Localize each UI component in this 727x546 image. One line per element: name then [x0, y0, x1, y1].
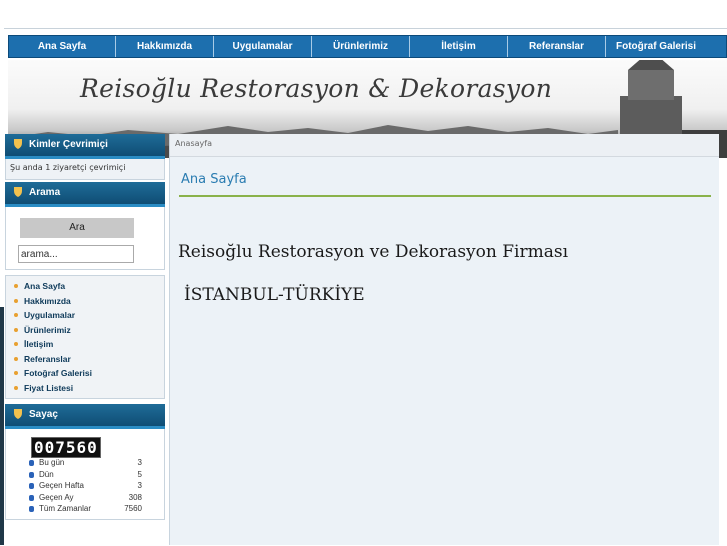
menu-item-home[interactable]: Ana Sayfa	[6, 281, 164, 296]
shield-icon	[14, 139, 22, 149]
shield-icon	[14, 409, 22, 419]
stat-label: Tüm Zamanlar	[39, 504, 92, 513]
stat-value: 3	[137, 481, 142, 490]
person-icon	[29, 494, 34, 501]
search-input[interactable]: arama...	[18, 245, 134, 263]
stat-row: Dün 5	[6, 470, 164, 482]
nav-item-gallery[interactable]: Fotoğraf Galerisi	[606, 36, 706, 57]
online-status-text: Şu anda 1 ziyaretçi çevrimiçi	[5, 159, 165, 180]
menu-item-products[interactable]: Ürünlerimiz	[6, 325, 164, 340]
search-box-body: Ara arama...	[5, 207, 165, 270]
shield-icon	[14, 187, 22, 197]
site-title: Reisoğlu Restorasyon & Dekorasyon	[80, 74, 553, 103]
top-nav: Ana Sayfa Hakkımızda Uygulamalar Ürünler…	[8, 35, 727, 58]
online-box: Kimler Çevrimiçi Şu anda 1 ziyaretçi çev…	[5, 134, 165, 180]
visitor-counter-display: 007560	[31, 437, 101, 458]
stat-label: Bu gün	[39, 458, 65, 467]
search-box: Arama Ara arama...	[5, 182, 165, 270]
left-sidebar: Kimler Çevrimiçi Şu anda 1 ziyaretçi çev…	[5, 134, 165, 520]
person-icon	[29, 460, 34, 466]
stat-value: 3	[137, 458, 142, 467]
nav-item-applications[interactable]: Uygulamalar	[214, 36, 312, 57]
nav-item-contact[interactable]: İletişim	[410, 36, 508, 57]
stat-row: Geçen Ay 308	[6, 493, 164, 505]
stat-label: Geçen Hafta	[39, 481, 84, 490]
nav-item-references[interactable]: Referanslar	[508, 36, 606, 57]
online-box-header: Kimler Çevrimiçi	[5, 134, 165, 159]
breadcrumb[interactable]: Anasayfa	[170, 134, 719, 157]
title-divider	[179, 195, 711, 197]
firm-heading: Reisoğlu Restorasyon ve Dekorasyon Firma…	[178, 242, 569, 262]
person-icon	[29, 506, 34, 512]
search-box-title: Arama	[29, 187, 61, 198]
nav-item-home[interactable]: Ana Sayfa	[9, 36, 116, 57]
search-box-header: Arama	[5, 182, 165, 207]
nav-item-about[interactable]: Hakkımızda	[116, 36, 214, 57]
stat-row: Tüm Zamanlar 7560	[6, 504, 164, 516]
city-heading: İSTANBUL-TÜRKİYE	[184, 285, 365, 305]
search-button[interactable]: Ara	[20, 218, 134, 238]
stat-row: Bu gün 3	[6, 458, 164, 470]
menu-item-price-list[interactable]: Fiyat Listesi	[6, 383, 164, 398]
stat-value: 7560	[124, 504, 142, 513]
counter-box-title: Sayaç	[29, 409, 58, 420]
person-icon	[29, 471, 34, 478]
stat-row: Geçen Hafta 3	[6, 481, 164, 493]
menu-item-references[interactable]: Referanslar	[6, 354, 164, 369]
menu-item-gallery[interactable]: Fotoğraf Galerisi	[6, 368, 164, 383]
menu-item-about[interactable]: Hakkımızda	[6, 296, 164, 311]
menu-item-applications[interactable]: Uygulamalar	[6, 310, 164, 325]
stat-label: Dün	[39, 469, 54, 479]
nav-item-products[interactable]: Ürünlerimiz	[312, 36, 410, 57]
stat-value: 308	[128, 492, 142, 502]
main-menu: Ana Sayfa Hakkımızda Uygulamalar Ürünler…	[5, 275, 165, 399]
menu-item-contact[interactable]: İletişim	[6, 339, 164, 354]
counter-box: Sayaç 007560 Bu gün 3 Dün 5 Geçen Hafta 3 G…	[5, 404, 165, 520]
stat-label: Geçen Ay	[39, 492, 74, 502]
main-content: Anasayfa Ana Sayfa Reisoğlu Restorasyon …	[169, 134, 719, 545]
counter-body: 007560 Bu gün 3 Dün 5 Geçen Hafta 3 Geçen A…	[5, 429, 165, 520]
stat-value: 5	[137, 469, 142, 479]
person-icon	[29, 483, 34, 489]
page-title: Ana Sayfa	[181, 172, 247, 187]
counter-box-header: Sayaç	[5, 404, 165, 429]
online-box-title: Kimler Çevrimiçi	[29, 139, 108, 150]
